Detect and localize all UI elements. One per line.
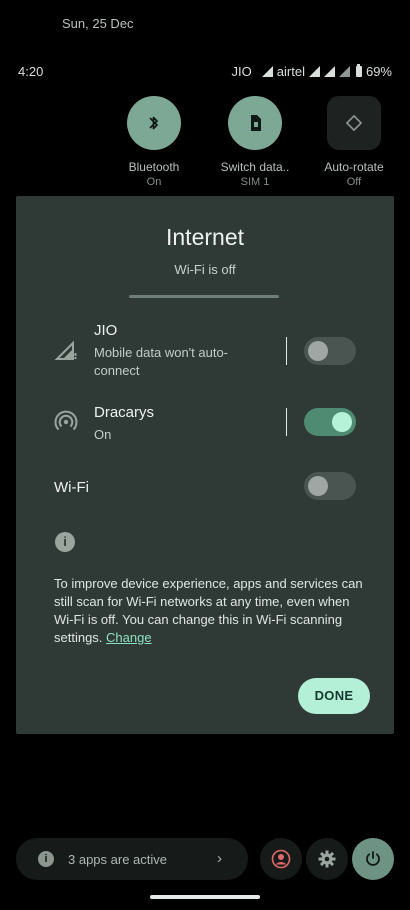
settings-button[interactable] [306,838,348,880]
tile-label: Bluetooth [128,160,180,174]
network-name: JIO [94,322,118,339]
info-text: To improve device experience, apps and s… [54,576,363,645]
toggle-knob [308,476,328,496]
wifi-toggle[interactable] [304,472,356,500]
network-description: Mobile data won't auto-connect [94,345,229,378]
internet-dialog: Internet Wi-Fi is off JIO Mobile data wo… [16,196,394,734]
active-apps-label: 3 apps are active [68,851,168,867]
power-icon [366,851,380,866]
network-name: Dracarys [94,404,155,421]
active-apps-button[interactable]: i 3 apps are active › [16,838,248,880]
wifi-label: Wi-Fi [54,479,89,496]
rotate-icon [327,96,381,150]
tile-auto-rotate[interactable]: Auto-rotate Off [304,96,404,188]
signal-icon [323,66,335,77]
dracarys-toggle[interactable] [304,408,356,436]
hotspot-icon [54,410,78,434]
network-row-jio[interactable]: JIO Mobile data won't auto-connect [16,322,394,382]
change-link[interactable]: Change [106,630,152,645]
carrier2-label: airtel [276,64,305,79]
cellular-signal-icon [54,338,78,362]
signal-icon [338,66,350,77]
status-time: 4:20 [18,64,44,79]
tile-state: Off [346,176,362,188]
divider [286,408,287,436]
sim-card-icon [228,96,282,150]
wifi-scanning-info: To improve device experience, apps and s… [54,575,364,647]
user-icon [271,849,291,869]
signal-icon [308,66,320,77]
dialog-title: Internet [166,224,244,250]
tile-label: Switch data.. [220,160,290,174]
divider [286,337,287,365]
tile-bluetooth[interactable]: Bluetooth On [104,96,204,188]
toggle-knob [308,341,328,361]
home-indicator[interactable] [150,895,260,899]
bluetooth-icon [127,96,181,150]
dialog-subtitle: Wi-Fi is off [174,262,236,277]
chevron-right-icon: › [217,850,222,867]
tile-state: SIM 1 [240,176,270,188]
gear-icon [318,850,336,868]
power-button[interactable] [352,838,394,880]
toggle-knob [332,412,352,432]
info-icon: i [55,532,75,552]
network-description: On [94,427,112,442]
jio-toggle[interactable] [304,337,356,365]
status-bar: 4:20 JIO airtel 69% [18,64,392,82]
done-button[interactable]: DONE [298,678,370,714]
tile-label: Auto-rotate [324,160,384,174]
tile-switch-data[interactable]: Switch data.. SIM 1 [205,96,305,188]
battery-percent: 69% [365,64,392,79]
info-icon: i [38,851,54,867]
quick-settings-tiles: Bluetooth On Switch data.. SIM 1 Auto-ro… [0,96,410,196]
progress-bar [129,295,279,298]
battery-icon [355,64,362,77]
date-label: Sun, 25 Dec [62,16,134,31]
signal-icon [261,66,273,77]
bottom-bar: i 3 apps are active › [16,838,394,880]
network-row-dracarys[interactable]: Dracarys On [16,404,394,450]
user-button[interactable] [260,838,302,880]
tile-state: On [146,176,162,188]
carrier1-label: JIO [231,64,252,79]
